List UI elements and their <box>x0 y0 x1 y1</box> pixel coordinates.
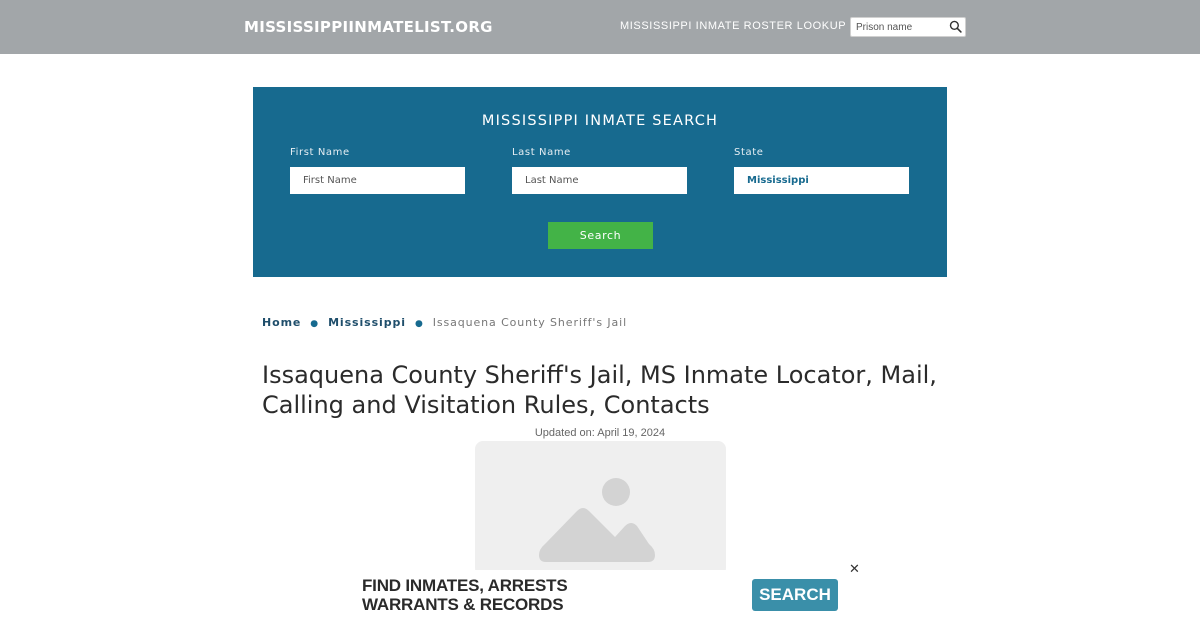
last-name-label: Last Name <box>512 147 571 158</box>
bottom-ad-banner <box>0 570 1200 620</box>
search-panel-title: MISSISSIPPI INMATE SEARCH <box>481 113 719 129</box>
ad-headline-line2: WARRANTS & RECORDS <box>362 595 564 614</box>
facility-image <box>475 441 726 576</box>
image-placeholder-icon <box>539 478 655 562</box>
site-logo-link[interactable]: MISSISSIPPIINMATELIST.ORG <box>244 18 493 36</box>
nav-link-roster-lookup[interactable]: MISSISSIPPI INMATE ROSTER LOOKUP <box>620 20 846 32</box>
breadcrumb-state-link[interactable]: Mississippi <box>328 316 406 329</box>
page-title: Issaquena County Sheriff's Jail, MS Inma… <box>262 361 937 419</box>
last-name-input[interactable] <box>512 167 687 194</box>
ad-headline: FIND INMATES, ARRESTS WARRANTS & RECORDS <box>362 576 568 614</box>
inmate-search-panel: MISSISSIPPI INMATE SEARCH First Name Las… <box>253 87 947 277</box>
prison-search-input[interactable] <box>851 18 947 36</box>
first-name-input[interactable] <box>290 167 465 194</box>
prison-search-box <box>850 17 966 37</box>
breadcrumb-current: Issaquena County Sheriff's Jail <box>432 316 628 329</box>
close-icon[interactable]: ✕ <box>849 561 860 577</box>
state-field[interactable] <box>734 167 909 194</box>
search-button[interactable]: Search <box>548 222 653 249</box>
state-label: State <box>734 147 764 158</box>
ad-headline-line1: FIND INMATES, ARRESTS <box>362 576 568 595</box>
search-icon[interactable] <box>949 20 962 33</box>
breadcrumb-home-link[interactable]: Home <box>262 316 301 329</box>
first-name-label: First Name <box>290 147 350 158</box>
updated-date: Updated on: April 19, 2024 <box>534 427 666 439</box>
ad-search-button[interactable]: SEARCH <box>752 579 838 611</box>
top-navbar: MISSISSIPPIINMATELIST.ORG MISSISSIPPI IN… <box>0 0 1200 54</box>
breadcrumb-separator: ● <box>414 319 424 329</box>
breadcrumb: Home ● Mississippi ● Issaquena County Sherif… <box>262 316 627 329</box>
breadcrumb-separator: ● <box>310 319 320 329</box>
